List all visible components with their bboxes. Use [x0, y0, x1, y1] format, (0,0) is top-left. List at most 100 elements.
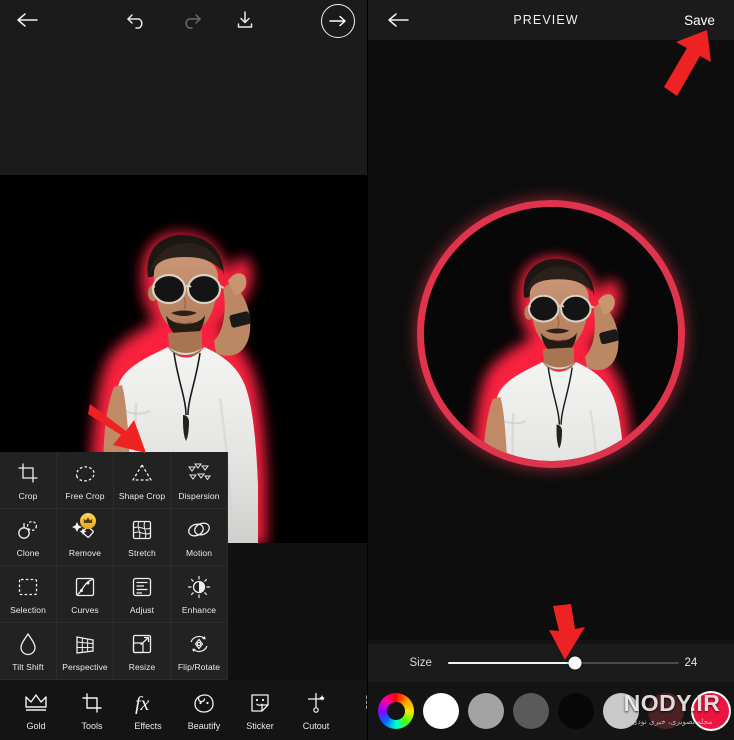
- enhance-icon: [187, 574, 211, 600]
- color-swatch-light-gray[interactable]: [602, 693, 639, 729]
- undo-icon: [126, 11, 148, 29]
- tool-label: Crop: [18, 490, 38, 501]
- color-swatch-bar: [367, 682, 734, 740]
- dispersion-icon: [186, 460, 212, 486]
- tool-free-crop[interactable]: Free Crop: [57, 452, 114, 509]
- free-crop-icon: [73, 460, 97, 486]
- size-control: Size 24: [367, 644, 734, 682]
- tool-adjust[interactable]: Adjust: [114, 566, 171, 623]
- tool-selection[interactable]: Selection: [0, 566, 57, 623]
- crop-icon: [17, 460, 39, 486]
- tool-label: Stretch: [128, 547, 156, 558]
- tool-label: Curves: [71, 604, 99, 615]
- nav-label: Sticker: [246, 720, 274, 731]
- tool-label: Motion: [185, 547, 213, 558]
- tools-grid: Crop Free Crop Shape Crop Dispersion Clo…: [0, 452, 228, 680]
- nav-label: Cutout: [302, 720, 330, 731]
- crown-icon: [24, 690, 48, 716]
- color-swatch-white[interactable]: [422, 693, 459, 729]
- preview-back-button[interactable]: [368, 11, 428, 29]
- motion-icon: [186, 517, 212, 543]
- tool-label: Clone: [16, 547, 40, 558]
- nav-item-effects[interactable]: fx Effects: [120, 690, 176, 731]
- back-arrow-icon: [16, 11, 38, 29]
- tool-stretch[interactable]: Stretch: [114, 509, 171, 566]
- tool-crop[interactable]: Crop: [0, 452, 57, 509]
- premium-badge-icon: [80, 512, 96, 529]
- fx-icon: fx: [134, 690, 162, 716]
- tool-curves[interactable]: Curves: [57, 566, 114, 623]
- tool-label: Adjust: [129, 604, 155, 615]
- tool-label: Free Crop: [65, 490, 105, 501]
- tool-motion[interactable]: Motion: [171, 509, 228, 566]
- back-arrow-icon: [387, 11, 409, 29]
- tool-label: Dispersion: [178, 490, 220, 501]
- flip-rotate-icon: [187, 631, 211, 657]
- save-button[interactable]: Save: [665, 13, 734, 28]
- tool-label: Selection: [10, 604, 46, 615]
- tool-resize[interactable]: Resize: [114, 623, 171, 680]
- size-slider-handle[interactable]: [568, 656, 582, 670]
- nav-label: Effects: [134, 720, 162, 731]
- tool-tilt-shift[interactable]: Tilt Shift: [0, 623, 57, 680]
- tool-dispersion[interactable]: Dispersion: [171, 452, 228, 509]
- nav-item-text[interactable]: T: [344, 690, 367, 731]
- color-swatch-color-wheel[interactable]: [377, 693, 414, 729]
- redo-icon: [180, 11, 202, 29]
- tool-perspective[interactable]: Perspective: [57, 623, 114, 680]
- tool-label: Enhance: [181, 604, 217, 615]
- size-slider[interactable]: [447, 656, 679, 670]
- editor-toolbar: [0, 0, 367, 40]
- subject-photo-cropped: [436, 213, 666, 461]
- nav-item-tools[interactable]: Tools: [64, 690, 120, 731]
- stretch-icon: [131, 517, 153, 543]
- tool-label: Flip/Rotate: [177, 661, 221, 672]
- size-value: 24: [684, 657, 698, 669]
- adjust-icon: [131, 574, 153, 600]
- curves-icon: [74, 574, 96, 600]
- clone-icon: [16, 517, 40, 543]
- tool-label: Perspective: [62, 661, 108, 672]
- color-swatch-crimson[interactable]: [692, 693, 729, 729]
- tool-flip-rotate[interactable]: Flip/Rotate: [171, 623, 228, 680]
- download-button[interactable]: [222, 0, 268, 40]
- remove-icon: [72, 512, 98, 543]
- editor-canvas-top-fill: [0, 40, 367, 175]
- svg-text:fx: fx: [135, 693, 150, 714]
- nav-item-gold[interactable]: Gold: [8, 690, 64, 731]
- download-icon: [235, 10, 255, 30]
- tutorial-screenshot-pair: Crop Free Crop Shape Crop Dispersion Clo…: [0, 0, 734, 740]
- tool-enhance[interactable]: Enhance: [171, 566, 228, 623]
- forward-arrow-circle-icon: [329, 14, 347, 28]
- size-slider-fill: [447, 662, 575, 664]
- nav-label: Beautify: [187, 720, 221, 731]
- perspective-icon: [73, 631, 97, 657]
- color-swatch-dark-gray[interactable]: [512, 693, 549, 729]
- nav-label: Tools: [81, 720, 103, 731]
- tool-label: Remove: [68, 547, 102, 558]
- color-swatch-gray[interactable]: [467, 693, 504, 729]
- tool-remove[interactable]: Remove: [57, 509, 114, 566]
- nav-item-beautify[interactable]: Beautify: [176, 690, 232, 731]
- preview-canvas[interactable]: [367, 40, 734, 640]
- tools-icon: [81, 690, 103, 716]
- nav-item-sticker[interactable]: Sticker: [232, 690, 288, 731]
- sticker-icon: [249, 690, 271, 716]
- resize-icon: [131, 631, 153, 657]
- selection-icon: [17, 574, 39, 600]
- page-title: PREVIEW: [513, 13, 579, 27]
- back-button[interactable]: [0, 0, 54, 40]
- shape-crop-icon: [130, 460, 154, 486]
- tool-clone[interactable]: Clone: [0, 509, 57, 566]
- preview-screen: PREVIEW Save Size 24: [366, 0, 734, 740]
- undo-button[interactable]: [114, 0, 160, 40]
- color-swatch-black[interactable]: [557, 693, 594, 729]
- color-swatch-dark-red[interactable]: [647, 693, 684, 729]
- tool-label: Resize: [128, 661, 156, 672]
- circle-frame-content: [424, 207, 678, 461]
- nav-item-cutout[interactable]: Cutout: [288, 690, 344, 731]
- tilt-shift-icon: [18, 631, 38, 657]
- next-button[interactable]: [321, 4, 355, 38]
- tool-shape-crop[interactable]: Shape Crop: [114, 452, 171, 509]
- redo-button[interactable]: [168, 0, 214, 40]
